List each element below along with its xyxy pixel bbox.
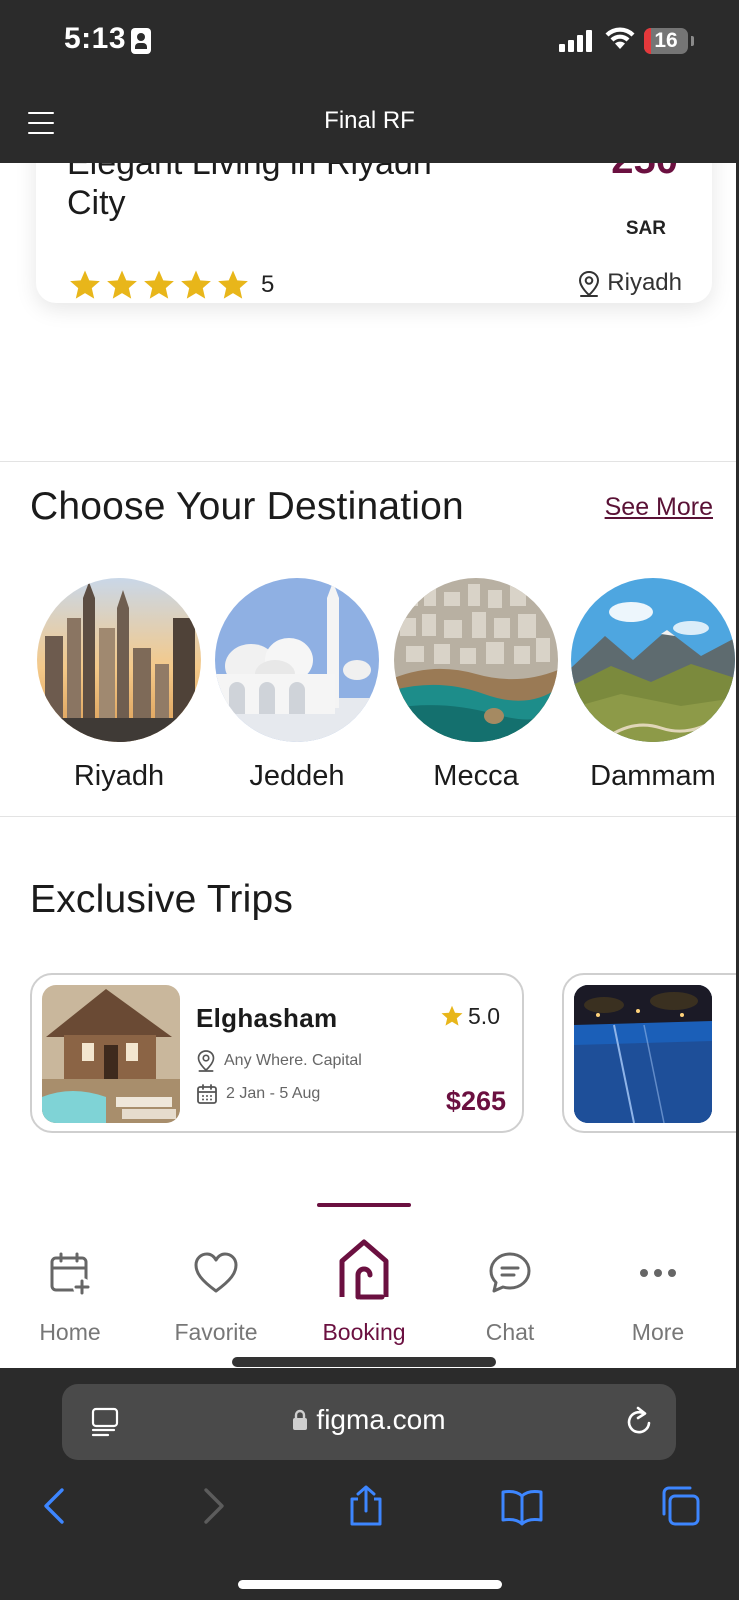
- mecca-image: [394, 578, 558, 742]
- heart-icon: [194, 1252, 238, 1293]
- hotel-title: Elegant Living in Riyadh City: [67, 163, 432, 222]
- trip-image: [42, 985, 180, 1123]
- trip-location-label: Any Where. Capital: [224, 1052, 362, 1070]
- trip-name: Elghasham: [196, 1003, 338, 1033]
- home-booking-icon: [339, 1239, 389, 1300]
- url-display: figma.com: [62, 1404, 676, 1436]
- hotel-location: Riyadh: [577, 269, 682, 298]
- bottom-navigation: Home Favorite Booking Chat More: [0, 1203, 739, 1368]
- battery-cap: [691, 36, 694, 46]
- chat-icon: [489, 1252, 531, 1293]
- home-indicator: [238, 1580, 502, 1589]
- nav-favorite[interactable]: Favorite: [146, 1203, 286, 1346]
- location-pin-icon: [197, 1050, 215, 1072]
- url-text: figma.com: [316, 1404, 446, 1435]
- status-bar: 5:13 16: [0, 0, 739, 85]
- destination-riyadh[interactable]: Riyadh: [34, 578, 204, 793]
- wifi-icon: [605, 27, 635, 49]
- nav-label: Home: [39, 1319, 101, 1345]
- star-icon: [70, 270, 100, 299]
- browser-toolbar: figma.com: [0, 1368, 739, 1600]
- nav-booking[interactable]: Booking: [294, 1203, 434, 1346]
- app-home-indicator: [232, 1357, 496, 1367]
- nav-chat[interactable]: Chat: [440, 1203, 580, 1346]
- address-bar[interactable]: figma.com: [62, 1384, 676, 1460]
- status-time: 5:13: [64, 22, 127, 55]
- destination-name: Dammam: [590, 760, 716, 792]
- reload-icon[interactable]: [624, 1406, 654, 1438]
- destination-name: Riyadh: [73, 760, 165, 792]
- nav-label: Favorite: [174, 1319, 258, 1345]
- nav-more[interactable]: More: [588, 1203, 728, 1346]
- star-icon: [144, 270, 174, 299]
- battery-indicator: 16: [644, 28, 688, 54]
- trip-rating-value: 5.0: [468, 1003, 500, 1029]
- share-icon[interactable]: [344, 1484, 388, 1528]
- hotel-currency: SAR: [625, 218, 666, 239]
- trip-dates: 2 Jan - 5 Aug: [196, 1083, 320, 1105]
- destination-jeddeh[interactable]: Jeddeh: [212, 578, 382, 793]
- nav-label: Booking: [322, 1319, 406, 1345]
- lock-icon: [293, 1409, 308, 1430]
- nav-home[interactable]: Home: [0, 1203, 140, 1346]
- jeddeh-image: [215, 578, 379, 742]
- star-icon: [441, 1005, 463, 1026]
- destination-dammam[interactable]: Dammam: [568, 578, 738, 793]
- back-icon[interactable]: [34, 1484, 78, 1528]
- trip-price: $265: [445, 1086, 506, 1116]
- cellular-signal-icon: [559, 30, 595, 52]
- star-icon: [218, 270, 248, 299]
- hotel-location-label: Riyadh: [607, 269, 682, 296]
- destination-name: Mecca: [433, 760, 519, 792]
- forward-icon[interactable]: [190, 1484, 234, 1528]
- contact-card-icon: [131, 28, 151, 54]
- hotel-rating-number: 5: [261, 271, 275, 298]
- trip-dates-label: 2 Jan - 5 Aug: [226, 1085, 321, 1103]
- tabs-icon[interactable]: [658, 1484, 702, 1528]
- see-more-link[interactable]: See More: [605, 493, 713, 522]
- viewer-header: Final RF: [0, 85, 739, 163]
- trip-card-partial[interactable]: [562, 973, 739, 1133]
- hotel-price: 250: [611, 163, 678, 183]
- viewer-title: Final RF: [324, 107, 415, 134]
- star-icon: [181, 270, 211, 299]
- destination-name: Jeddeh: [249, 760, 345, 792]
- star-icon: [107, 270, 137, 299]
- destination-mecca[interactable]: Mecca: [391, 578, 561, 793]
- section-divider: [0, 816, 739, 817]
- featured-hotel-card[interactable]: Elegant Living in Riyadh City 250 SAR 5 …: [36, 163, 712, 303]
- trip-image: [574, 985, 712, 1123]
- hotel-star-rating: 5: [68, 268, 274, 302]
- dammam-image: [571, 578, 735, 742]
- calendar-icon: [197, 1084, 217, 1104]
- trips-title: Exclusive Trips: [30, 878, 294, 921]
- trip-card[interactable]: Elghasham 5.0 Any Where. Capital 2 Jan -…: [30, 973, 524, 1133]
- trip-location: Any Where. Capital: [196, 1049, 362, 1073]
- destinations-title: Choose Your Destination: [30, 485, 464, 528]
- location-pin-icon: [579, 270, 600, 297]
- nav-label: More: [631, 1319, 685, 1345]
- calendar-add-icon: [50, 1252, 91, 1296]
- section-divider: [0, 461, 739, 462]
- nav-label: Chat: [485, 1319, 535, 1345]
- battery-percent: 16: [654, 29, 678, 52]
- trip-rating: 5.0: [440, 1003, 500, 1030]
- bookmarks-icon[interactable]: [500, 1484, 544, 1528]
- app-content[interactable]: Elegant Living in Riyadh City 250 SAR 5 …: [0, 163, 739, 1368]
- phone-frame: 5:13 16 Final RF Elegant Living in Riyad: [0, 0, 739, 1600]
- riyadh-image: [37, 578, 201, 742]
- more-icon: [640, 1269, 676, 1277]
